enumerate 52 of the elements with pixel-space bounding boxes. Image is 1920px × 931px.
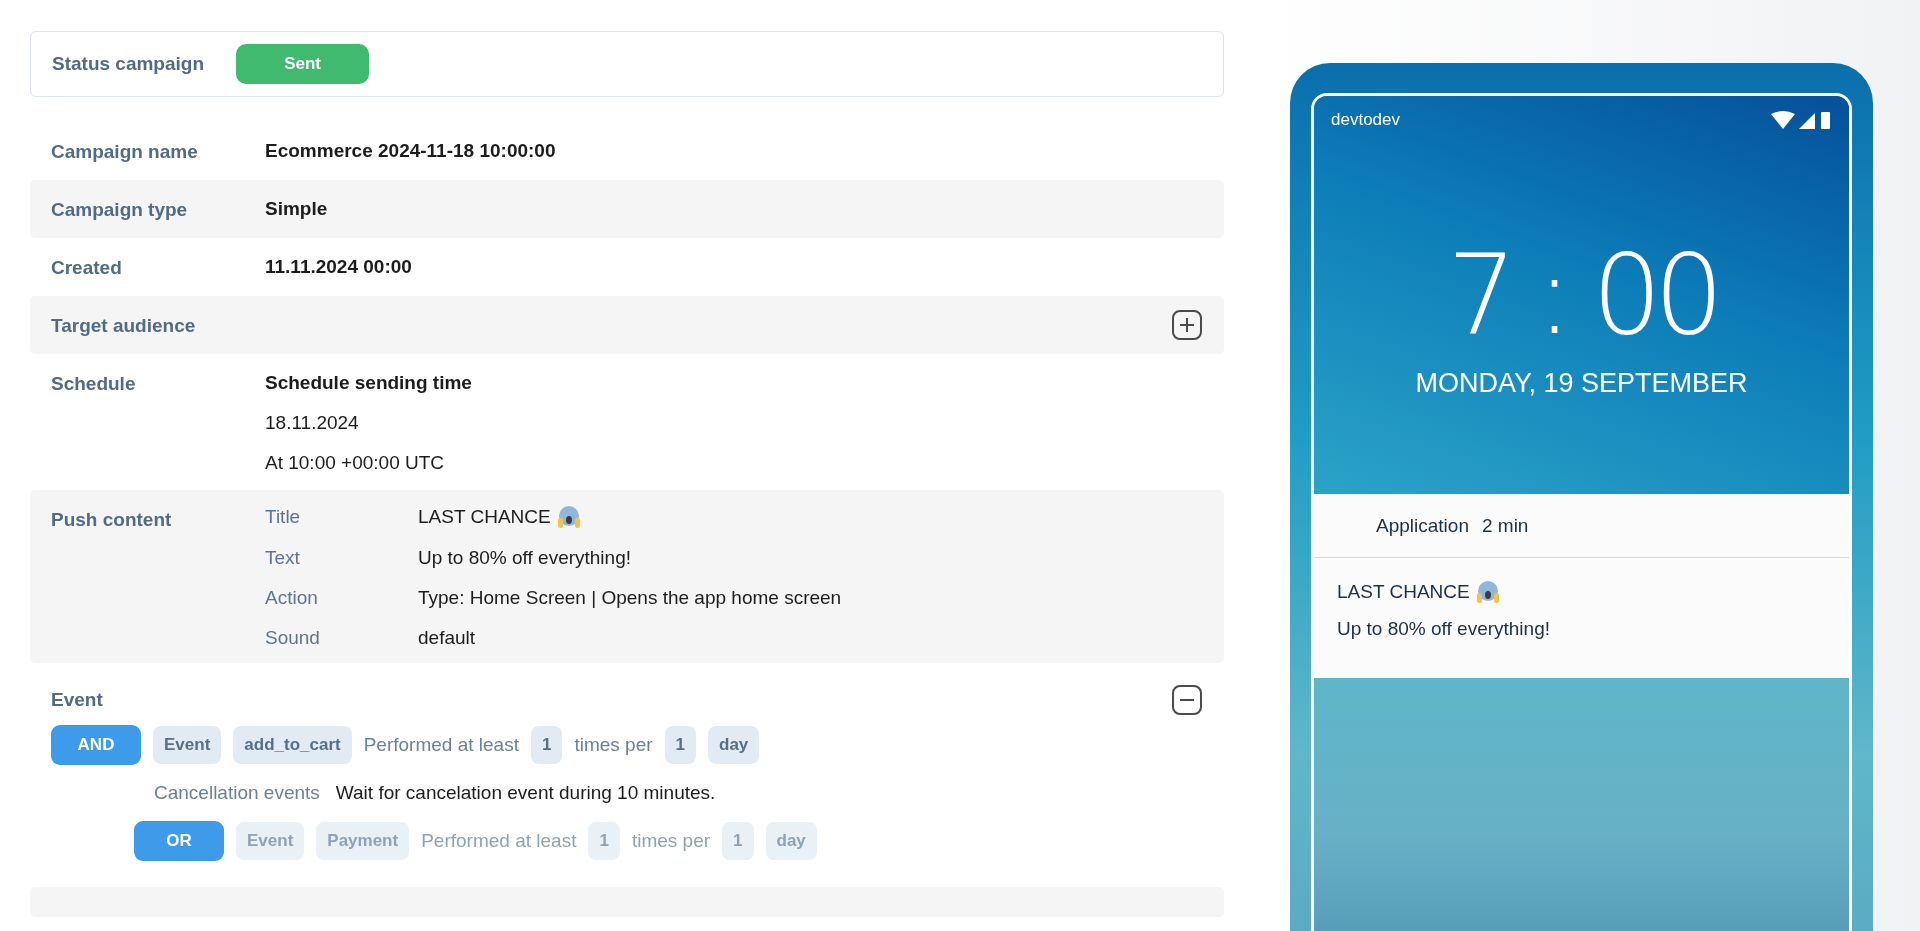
lock-date: MONDAY, 19 SEPTEMBER (1415, 368, 1748, 399)
emoji-icon (556, 505, 581, 529)
field-label: Schedule (51, 373, 136, 394)
condition-text: Performed at least (363, 734, 519, 756)
notification-app: Application (1376, 514, 1469, 537)
schedule-line: 18.11.2024 (265, 412, 360, 434)
condition-text: times per (574, 734, 653, 756)
push-field-value: Type: Home Screen | Opens the app home screen (418, 587, 842, 609)
carrier-name: devtodev (1331, 110, 1400, 130)
push-field-value: Up to 80% off everything! (418, 547, 631, 569)
status-badge: Sent (236, 44, 370, 84)
condition-chip: Event (153, 726, 222, 764)
condition-chip: Event (236, 822, 305, 860)
field-value: 11.11.2024 00:00 (265, 256, 413, 278)
notification-age: 2 min (1481, 514, 1529, 537)
push-field-label: Text (265, 547, 301, 569)
condition-chip: 1 (530, 726, 563, 764)
cancellation-text: Wait for cancelation event during 10 minutes. (335, 782, 716, 804)
condition-chip: day (708, 726, 760, 764)
push-field-value: LAST CHANCE (418, 506, 551, 528)
condition-chip: 1 (664, 726, 696, 764)
condition-text: Performed at least (421, 830, 577, 852)
schedule-line: At 10:00 +00:00 UTC (265, 452, 446, 474)
field-label: Campaign name (51, 141, 198, 162)
status-icons (1771, 110, 1831, 130)
lock-clock: 7 : 00 (1447, 240, 1716, 350)
push-field-label: Action (265, 587, 319, 609)
push-field-label: Sound (265, 627, 321, 649)
operator-button[interactable]: AND (51, 725, 141, 765)
expand-icon[interactable] (1170, 308, 1204, 342)
field-label: Created (51, 257, 122, 278)
condition-chip: day (765, 822, 817, 860)
field-value: Simple (265, 198, 329, 220)
cancellation-label: Cancellation events (154, 782, 320, 804)
status-label: Status campaign (52, 53, 205, 75)
condition-chip: Payment (316, 822, 410, 860)
field-value: Ecommerce 2024-11-18 10:00:00 (265, 140, 557, 162)
field-label: Push content (51, 509, 172, 530)
field-label: Event (51, 689, 103, 711)
field-label: Target audience (51, 315, 196, 336)
push-field-label: Title (265, 506, 302, 528)
schedule-heading: Schedule sending time (265, 372, 473, 394)
notification-text: Up to 80% off everything! (1337, 618, 1551, 640)
notification-title: LAST CHANCE (1337, 581, 1470, 603)
field-label: Campaign type (51, 199, 188, 220)
emoji-icon (1475, 580, 1500, 604)
condition-chip: 1 (588, 822, 620, 860)
collapse-icon[interactable] (1170, 683, 1204, 717)
condition-chip: 1 (722, 822, 754, 860)
condition-chip: add_to_cart (233, 726, 352, 764)
push-field-value: default (418, 627, 476, 649)
condition-text: times per (631, 830, 711, 852)
